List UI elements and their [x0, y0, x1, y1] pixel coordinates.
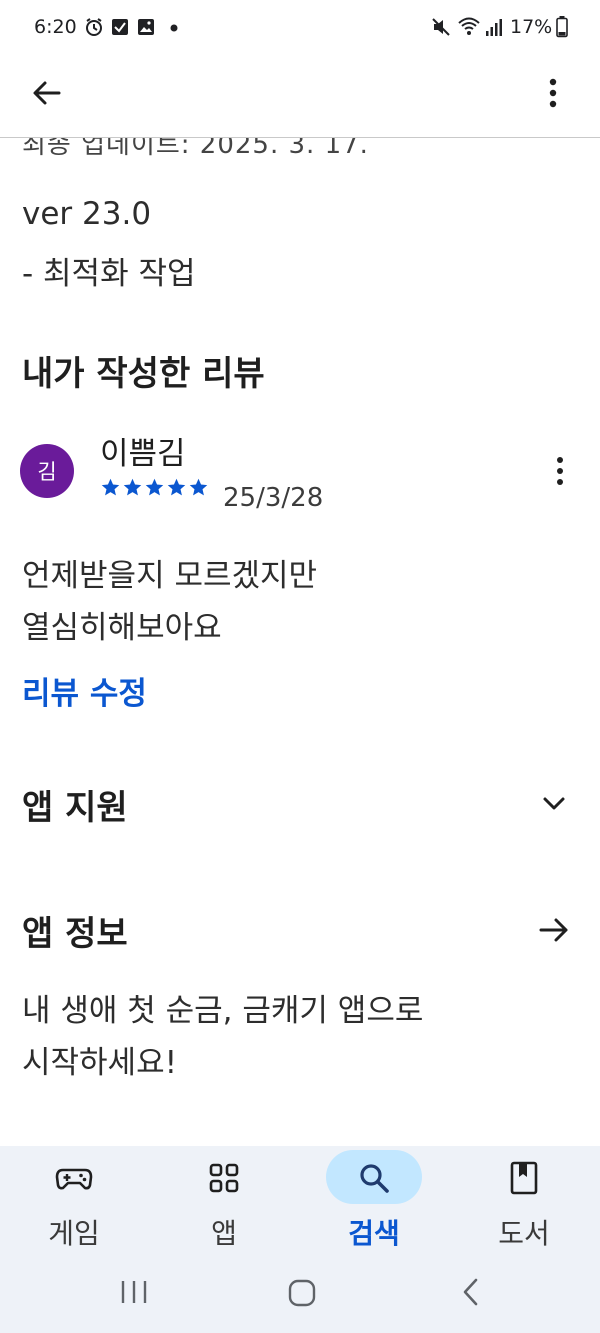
review-text-line: 열심히해보아요	[22, 610, 222, 646]
star-icon	[167, 478, 186, 496]
nav-item-search[interactable]: 검색	[310, 1146, 440, 1256]
wifi-icon	[458, 17, 480, 35]
nav-item-games[interactable]: 게임	[10, 1146, 140, 1256]
app-info-description: 내 생애 첫 순금, 금캐기 앱으로 시작하세요!	[22, 985, 423, 1089]
battery-percent: 17%	[510, 16, 553, 38]
my-review-heading: 내가 작성한 리뷰	[22, 354, 265, 394]
nav-label: 게임	[48, 1217, 100, 1250]
app-info-line: 내 생애 첫 순금, 금캐기 앱으로	[22, 993, 424, 1029]
review-more-vert-icon[interactable]	[548, 454, 572, 488]
reviewer-name: 이쁨김	[100, 436, 186, 472]
app-support-heading[interactable]: 앱 지원	[22, 780, 128, 829]
review-text-line: 언제받을지 모르겠지만	[22, 558, 318, 594]
star-icon	[101, 478, 120, 496]
back-arrow-icon[interactable]	[28, 74, 66, 112]
status-bar: 6:20 17%	[0, 0, 600, 56]
more-notifications-dot-icon	[170, 24, 178, 32]
review-text: 언제받을지 모르겠지만 열심히해보아요	[22, 550, 317, 654]
app-bar-divider	[0, 137, 600, 138]
alarm-icon	[86, 18, 102, 36]
recent-apps-icon[interactable]	[118, 1278, 150, 1306]
nav-label: 검색	[348, 1217, 400, 1250]
book-icon	[510, 1161, 538, 1195]
app-info-heading[interactable]: 앱 정보	[22, 906, 128, 955]
star-icon	[123, 478, 142, 496]
version-note: - 최적화 작업	[22, 256, 196, 292]
battery-icon	[556, 16, 568, 38]
avatar: 김	[20, 444, 74, 498]
apps-grid-icon	[209, 1163, 239, 1193]
avatar-initial: 김	[37, 460, 57, 484]
edit-review-link[interactable]: 리뷰 수정	[22, 668, 147, 713]
nav-label: 앱	[211, 1217, 237, 1250]
gamepad-icon	[55, 1168, 93, 1190]
status-time: 6:20	[34, 16, 77, 38]
review-date: 25/3/28	[223, 483, 324, 513]
arrow-forward-icon[interactable]	[534, 910, 574, 950]
version-title: ver 23.0	[22, 196, 152, 232]
signal-icon	[486, 19, 502, 36]
system-nav-bar	[0, 1260, 600, 1333]
nav-item-apps[interactable]: 앱	[160, 1146, 290, 1256]
app-bar	[0, 56, 600, 138]
mute-icon	[432, 18, 450, 36]
system-back-icon[interactable]	[458, 1276, 484, 1308]
search-icon	[360, 1164, 389, 1193]
star-icon	[189, 478, 208, 496]
more-vert-icon[interactable]	[538, 74, 568, 112]
nav-item-books[interactable]: 도서	[460, 1146, 590, 1256]
app-info-line: 시작하세요!	[22, 1045, 178, 1081]
task-check-icon	[112, 19, 128, 35]
home-icon[interactable]	[287, 1278, 317, 1308]
gallery-icon	[138, 19, 154, 35]
chevron-down-icon[interactable]	[534, 784, 574, 824]
nav-label: 도서	[498, 1217, 550, 1250]
star-rating	[100, 477, 209, 498]
star-icon	[145, 478, 164, 496]
